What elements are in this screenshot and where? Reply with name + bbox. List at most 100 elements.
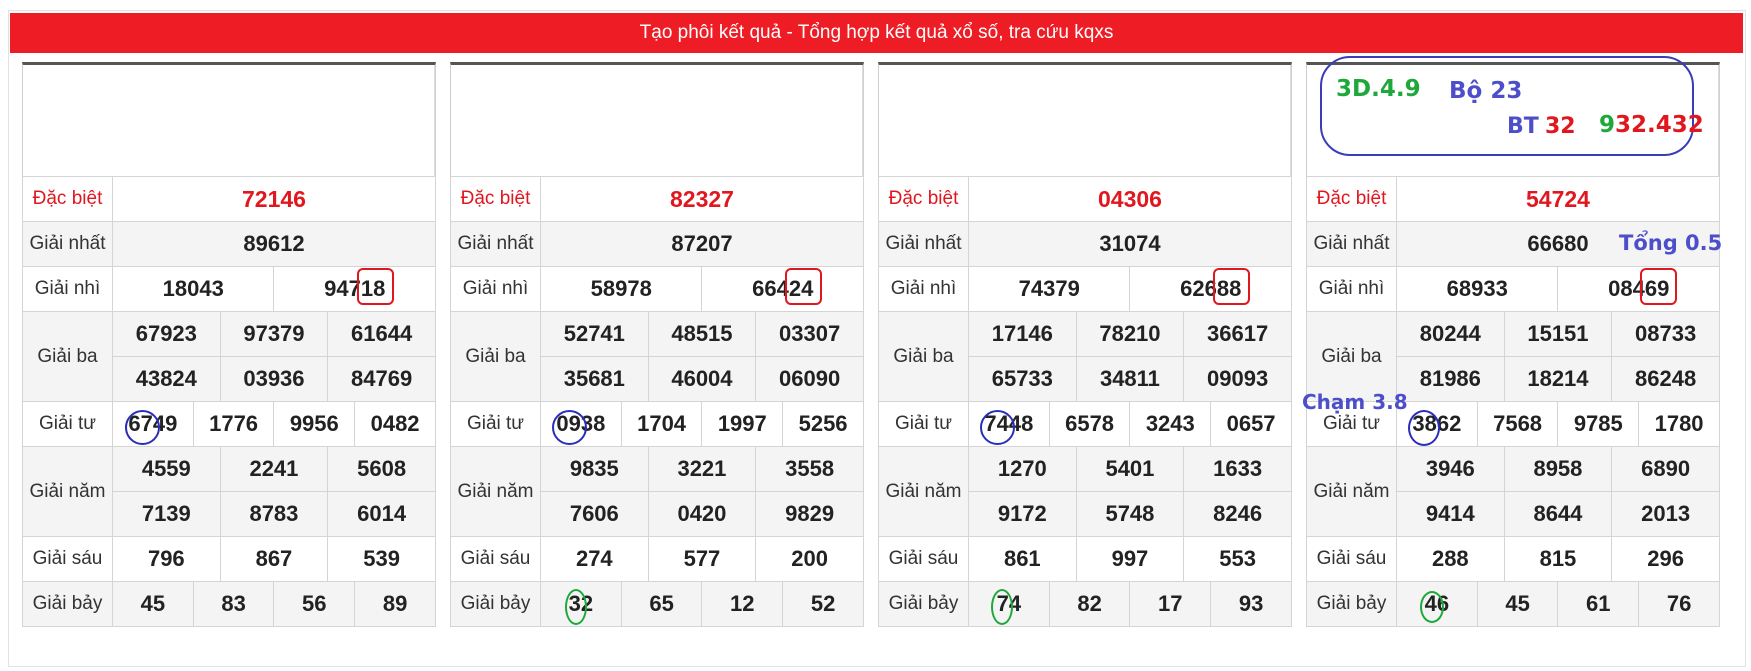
- row-sixth: Giải sáu 796 867 539: [22, 536, 436, 582]
- prize-number: 17146: [968, 311, 1077, 357]
- prize-number: 61: [1557, 581, 1640, 627]
- prize-number: 12: [701, 581, 784, 627]
- prize-number: 1270: [968, 446, 1077, 492]
- note-bt-value: 32: [1545, 114, 1576, 139]
- highlight-green-mark: [991, 589, 1013, 625]
- prize-label: Giải nhì: [878, 266, 969, 312]
- prize-number: 1776: [192, 401, 275, 447]
- prize-label: Giải ba: [878, 311, 969, 402]
- prize-number: 74379: [967, 266, 1131, 312]
- highlight-blue-mark: [980, 410, 1015, 445]
- prize-number: 553: [1183, 536, 1292, 582]
- highlight-red-mark: [1640, 268, 1677, 305]
- row-special: Đặc biệt 04306: [878, 176, 1292, 222]
- row-third: Giải ba 80244 15151 08733: [1306, 311, 1720, 402]
- prize-number: 288: [1396, 536, 1505, 582]
- prize-number: 08733: [1611, 311, 1720, 357]
- highlight-red-mark: [357, 268, 394, 305]
- prize-number: 86248: [1611, 356, 1720, 402]
- prize-number: 2013: [1611, 491, 1720, 537]
- prize-number: 296: [1611, 536, 1720, 582]
- prize-label: Đặc biệt: [1306, 176, 1397, 222]
- prize-label: Giải nhì: [1306, 266, 1397, 312]
- prize-number: 48515: [647, 311, 757, 357]
- prize-label: Giải nhất: [878, 221, 969, 267]
- prize-number: 89: [354, 581, 436, 627]
- row-seventh: Giải bảy 45 83 56 89: [22, 581, 436, 627]
- prize-number: 18214: [1503, 356, 1613, 402]
- prize-number: 274: [540, 536, 649, 582]
- prize-number: 9172: [968, 491, 1077, 537]
- note-932: 32.432: [1615, 112, 1704, 138]
- row-fifth: Giải năm 9835 3221 3558: [450, 446, 864, 537]
- prize-label: Đặc biệt: [450, 176, 541, 222]
- prize-number: 17: [1129, 581, 1212, 627]
- result-panel: Đặc biệt 04306 Giải nhất 31074 Giải nhì 74379…: [878, 62, 1292, 634]
- result-panel: Đặc biệt 72146 Giải nhất 89612 Giải nhì 18043…: [22, 62, 436, 634]
- prize-label: Giải nhất: [450, 221, 541, 267]
- prize-number: 7606: [540, 491, 649, 537]
- prize-number: 78210: [1075, 311, 1185, 357]
- prize-number: 97379: [219, 311, 329, 357]
- prize-number: 7139: [112, 491, 221, 537]
- prize-label: Giải nhì: [450, 266, 541, 312]
- prize-number: 61644: [327, 311, 436, 357]
- panel-header-area: [22, 62, 436, 177]
- prize-number: 67923: [112, 311, 221, 357]
- row-fourth: Giải tư 7448 6578 3243 0657: [878, 401, 1292, 447]
- prize-number: 84769: [327, 356, 436, 402]
- prize-number: 76: [1638, 581, 1720, 627]
- prize-label: Giải nhất: [22, 221, 113, 267]
- page-banner: Tạo phôi kết quả - Tổng hợp kết quả xổ s…: [10, 13, 1743, 53]
- row-fourth: Giải tư 0938 1704 1997 5256: [450, 401, 864, 447]
- prize-number: 82327: [540, 176, 864, 222]
- row-third: Giải ba 52741 48515 03307: [450, 311, 864, 402]
- prize-number: 5748: [1075, 491, 1185, 537]
- prize-number: 94718: [273, 266, 436, 312]
- prize-label: Giải sáu: [22, 536, 113, 582]
- row-third: Giải ba 17146 78210 36617: [878, 311, 1292, 402]
- prize-number: 3558: [755, 446, 864, 492]
- prize-label: Giải bảy: [22, 581, 113, 627]
- prize-number: 3946: [1396, 446, 1505, 492]
- prize-number: 45: [112, 581, 194, 627]
- prize-number: 1780: [1638, 401, 1720, 447]
- row-seventh: Giải bảy 74 82 17 93: [878, 581, 1292, 627]
- prize-number: 04306: [968, 176, 1292, 222]
- highlight-red-mark: [1213, 268, 1250, 305]
- prize-number: 52741: [540, 311, 649, 357]
- row-first: Giải nhất 89612: [22, 221, 436, 267]
- prize-number: 65: [620, 581, 703, 627]
- prize-label: Giải tư: [450, 401, 541, 447]
- prize-number: 3243: [1129, 401, 1212, 447]
- prize-number: 46004: [647, 356, 757, 402]
- row-seventh: Giải bảy 46 45 61 76: [1306, 581, 1720, 627]
- row-fourth: Giải tư 6749 1776 9956 0482: [22, 401, 436, 447]
- panel-header-area: [878, 62, 1292, 177]
- row-sixth: Giải sáu 288 815 296: [1306, 536, 1720, 582]
- prize-number: 18043: [111, 266, 275, 312]
- highlight-blue-mark: [125, 410, 160, 445]
- prize-number: 9785: [1557, 401, 1640, 447]
- highlight-red-mark: [785, 268, 822, 305]
- prize-number: 09093: [1183, 356, 1292, 402]
- prize-number: 200: [755, 536, 864, 582]
- prize-label: Giải nhì: [22, 266, 113, 312]
- row-third: Giải ba 67923 97379 61644: [22, 311, 436, 402]
- result-panel: Đặc biệt 82327 Giải nhất 87207 Giải nhì 58978…: [450, 62, 864, 634]
- prize-number: 539: [327, 536, 436, 582]
- prize-number: 6014: [327, 491, 436, 537]
- prize-label: Đặc biệt: [22, 176, 113, 222]
- highlight-blue-mark: [552, 410, 587, 445]
- prize-number: 81986: [1396, 356, 1505, 402]
- row-special: Đặc biệt 72146: [22, 176, 436, 222]
- prize-number: 52: [782, 581, 864, 627]
- prize-label: Giải sáu: [1306, 536, 1397, 582]
- prize-number: 35681: [540, 356, 649, 402]
- prize-number: 72146: [112, 176, 436, 222]
- annotation-box: [1320, 56, 1694, 156]
- prize-label: Giải năm: [22, 446, 113, 537]
- prize-number: 34811: [1075, 356, 1185, 402]
- prize-number: 1704: [620, 401, 703, 447]
- prize-number: 93: [1210, 581, 1292, 627]
